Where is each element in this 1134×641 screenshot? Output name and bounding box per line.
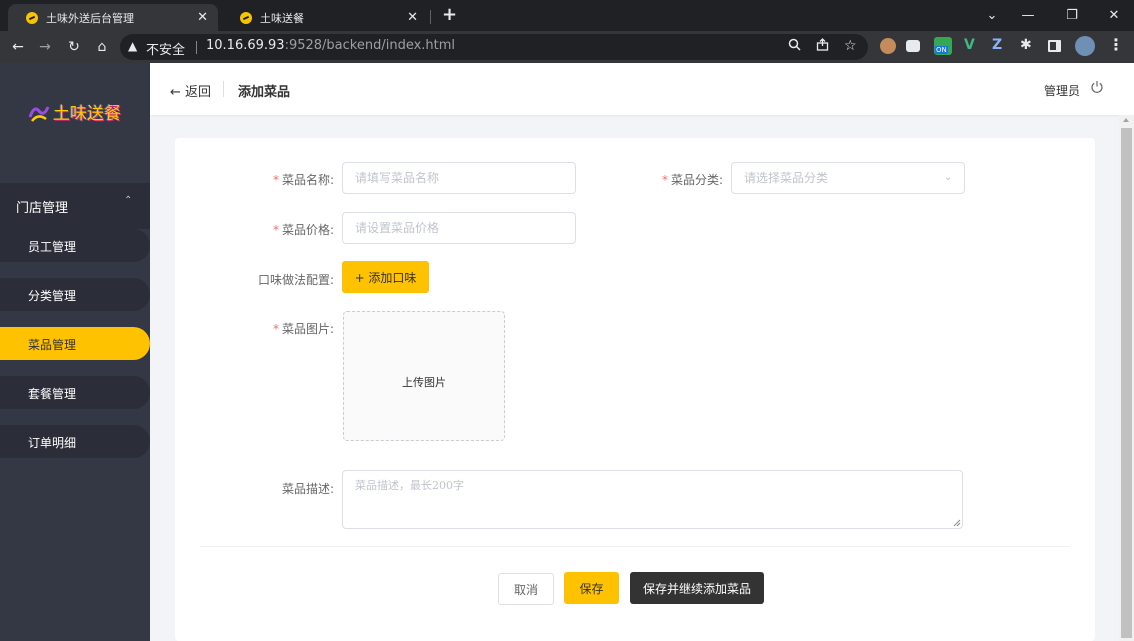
dish-name-input[interactable]	[342, 162, 576, 194]
user-name: 管理员	[1044, 84, 1081, 98]
sidebar-item-label: 员工管理	[28, 240, 77, 254]
window-close-icon[interactable]: ✕	[1096, 0, 1132, 31]
browser-tab-title: 土味外送后台管理	[46, 11, 134, 25]
kebab-menu-icon[interactable]: ⋮	[1108, 35, 1124, 54]
home-icon[interactable]: ⌂	[91, 36, 113, 58]
required-mark: *	[272, 223, 279, 237]
url-path: :9528/backend/index.html	[284, 38, 456, 53]
new-tab-icon[interactable]: +	[442, 3, 457, 27]
logo-text: 土味送餐	[53, 104, 121, 124]
page-header: ← 返回 添加菜品 管理员	[150, 63, 1134, 115]
z-icon[interactable]: Z	[992, 37, 1008, 53]
sidebar-item-label: 套餐管理	[28, 387, 77, 401]
dish-image-label: * 菜品图片:	[194, 320, 334, 337]
logo[interactable]: 土味送餐	[28, 99, 128, 127]
header-divider	[223, 81, 224, 97]
chevron-down-icon: ⌄	[944, 172, 953, 183]
puzzle-icon[interactable]: ✱	[1020, 37, 1036, 53]
sidebar-item-label: 菜品管理	[28, 338, 77, 352]
dish-description-textarea[interactable]	[342, 470, 963, 529]
camera-icon[interactable]	[906, 40, 920, 52]
insecure-label[interactable]: 不安全	[146, 39, 185, 58]
star-icon[interactable]: ☆	[844, 38, 857, 54]
dish-image-label-text: 菜品图片:	[281, 322, 334, 336]
browser-tab-delivery[interactable]: 土味送餐 ✕	[222, 4, 428, 31]
url-text[interactable]: 10.16.69.93:9528/backend/index.html	[206, 38, 455, 53]
warning-triangle-icon[interactable]: ▲	[128, 39, 137, 53]
flavor-config-label: 口味做法配置:	[257, 273, 334, 287]
save-button[interactable]: 保存	[564, 572, 619, 604]
resize-grip-icon[interactable]	[953, 519, 961, 527]
page-title: 添加菜品	[238, 85, 291, 100]
sidebar-item-dishes[interactable]: 菜品管理	[0, 327, 150, 360]
sidepanel-icon[interactable]	[1048, 40, 1061, 52]
dish-category-placeholder: 请选择菜品分类	[744, 171, 829, 185]
sidebar-item-employees[interactable]: 员工管理	[0, 229, 150, 262]
vue-devtools-icon[interactable]: V	[964, 37, 980, 53]
required-mark: *	[661, 173, 668, 187]
on-badge-label: ON	[935, 46, 948, 54]
forward-arrow-icon[interactable]: →	[34, 36, 56, 58]
site-favicon-icon	[240, 11, 252, 24]
dish-price-label-text: 菜品价格:	[281, 223, 334, 237]
image-upload-area[interactable]: 上传图片	[343, 311, 505, 441]
form-divider	[200, 546, 1070, 547]
sidebar-item-categories[interactable]: 分类管理	[0, 278, 150, 311]
save-and-continue-button[interactable]: 保存并继续添加菜品	[630, 572, 764, 604]
share-icon[interactable]	[816, 38, 829, 55]
back-arrow-icon[interactable]: ←	[7, 36, 29, 58]
upload-image-text: 上传图片	[402, 376, 446, 389]
browser-tab-admin[interactable]: 土味外送后台管理 ✕	[8, 4, 218, 31]
add-flavor-button[interactable]: + 添加口味	[342, 261, 429, 293]
scroll-up-arrow-icon[interactable]	[1123, 118, 1129, 122]
required-mark: *	[272, 322, 279, 336]
logo-mark-icon	[28, 106, 50, 122]
tab-close-icon[interactable]: ✕	[197, 10, 208, 25]
tab-close-icon[interactable]: ✕	[407, 10, 418, 25]
dish-category-label-text: 菜品分类:	[670, 173, 723, 187]
minimize-icon[interactable]: —	[1010, 0, 1046, 31]
site-favicon-icon	[26, 11, 38, 24]
chevron-up-icon: ⌃	[124, 195, 133, 206]
sidebar-item-label: 订单明细	[28, 436, 77, 450]
sidebar: 土味送餐 门店管理 ⌃ 员工管理 分类管理 菜品管理 套餐管理 订单明细	[0, 63, 150, 641]
scrollbar-thumb[interactable]	[1121, 128, 1132, 638]
dish-description-label: 菜品描述:	[281, 482, 334, 496]
sidebar-item-label: 分类管理	[28, 289, 77, 303]
required-mark: *	[272, 173, 279, 187]
dish-price-label: * 菜品价格:	[194, 221, 334, 238]
dish-category-label: * 菜品分类:	[583, 171, 723, 188]
reload-icon[interactable]: ↻	[63, 36, 85, 58]
url-host: 10.16.69.93	[206, 38, 285, 53]
page-scrollbar[interactable]	[1119, 115, 1134, 641]
omnibox-separator	[196, 41, 197, 54]
menu-group-store[interactable]: 门店管理 ⌃	[0, 183, 150, 229]
browser-toolbar: ← → ↻ ⌂ ▲ 不安全 10.16.69.93:9528/backend/i…	[0, 31, 1134, 63]
extension-avatar[interactable]	[880, 38, 896, 54]
dish-price-input[interactable]	[342, 212, 576, 244]
tab-search-icon[interactable]: ⌄	[974, 0, 1010, 31]
profile-avatar[interactable]	[1075, 36, 1095, 56]
zoom-icon[interactable]	[788, 38, 801, 55]
browser-tab-title: 土味送餐	[260, 11, 304, 25]
restore-icon[interactable]: ❐	[1054, 0, 1090, 31]
address-bar[interactable]: ▲ 不安全 10.16.69.93:9528/backend/index.htm…	[120, 34, 868, 60]
dish-category-select[interactable]: 请选择菜品分类 ⌄	[731, 162, 965, 194]
dish-form-card: *菜品名称: *菜品分类: 请选择菜品分类 ⌄ *菜品价格: 口味做法配置: +…	[175, 138, 1095, 641]
dish-name-label: * 菜品名称:	[194, 171, 334, 188]
menu-group-label: 门店管理	[16, 201, 69, 216]
browser-tab-strip: 土味外送后台管理 ✕ 土味送餐 ✕ + ⌄ — ❐ ✕	[0, 0, 1134, 31]
cancel-button[interactable]: 取消	[498, 573, 554, 605]
sidebar-item-setmeals[interactable]: 套餐管理	[0, 376, 150, 409]
tab-separator	[430, 10, 431, 24]
sidebar-item-orders[interactable]: 订单明细	[0, 425, 150, 458]
dish-name-label-text: 菜品名称:	[281, 173, 334, 187]
on-badge-icon[interactable]: ON	[934, 37, 952, 55]
power-icon[interactable]	[1090, 80, 1104, 94]
back-button[interactable]: ← 返回	[170, 81, 211, 100]
